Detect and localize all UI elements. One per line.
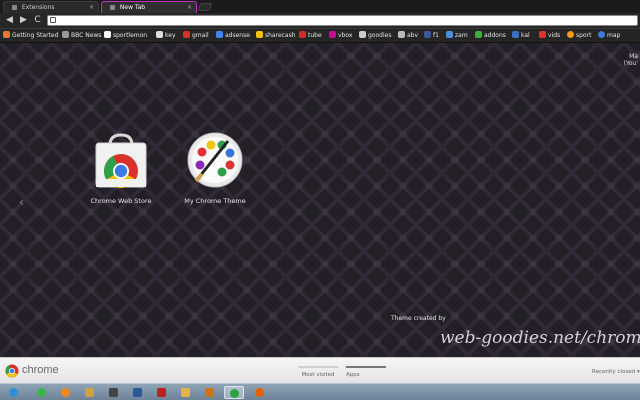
video-icon xyxy=(539,31,546,38)
theme-signature: web-goodies.net/chrom xyxy=(440,328,640,348)
folder-icon xyxy=(181,388,190,397)
bookmark-f1[interactable]: f1 xyxy=(424,31,439,41)
app-chrome-web-store[interactable]: Chrome Web Store xyxy=(84,131,158,205)
word-icon xyxy=(133,388,142,397)
bookmark-vids[interactable]: vids xyxy=(539,31,560,41)
filezilla-icon xyxy=(157,388,166,397)
tab-extensions[interactable]: Extensions × xyxy=(3,1,99,13)
windows-orb-icon xyxy=(9,388,18,397)
taskbar-app[interactable] xyxy=(32,386,52,399)
start-button[interactable] xyxy=(4,386,24,399)
new-tab-page: Ma (You' ‹ Chrome Web Store My Chrome Th… xyxy=(0,43,640,357)
page-icon xyxy=(110,5,115,10)
chrome-icon xyxy=(230,389,239,398)
paint-palette-icon xyxy=(187,132,243,188)
tab-label: Extensions xyxy=(21,4,55,11)
tab-label: Most visited xyxy=(301,372,335,378)
page-left-arrow[interactable]: ‹ xyxy=(19,195,24,209)
tab-indicator xyxy=(346,366,386,368)
tab-indicator xyxy=(298,366,338,368)
chrome-wordmark: chrome xyxy=(22,364,59,376)
app-icon xyxy=(109,388,118,397)
footer-tab-apps[interactable]: Apps xyxy=(346,366,386,378)
bookmark-tube[interactable]: tube xyxy=(299,31,322,41)
firefox-icon xyxy=(255,388,264,397)
tab-label: New Tab xyxy=(119,4,146,11)
back-button[interactable]: ◀ xyxy=(4,15,15,26)
close-tab-icon[interactable]: × xyxy=(187,2,192,13)
gmail-icon xyxy=(183,31,190,38)
bookmark-goodies[interactable]: goodies xyxy=(359,31,391,41)
web-store-icon xyxy=(95,133,147,188)
sportlemon-icon xyxy=(104,31,111,38)
bookmark-abv[interactable]: abv xyxy=(398,31,418,41)
chrome-logo-icon xyxy=(5,364,19,378)
taskbar-app[interactable] xyxy=(200,386,220,399)
bookmark-getting-started[interactable]: Getting Started xyxy=(3,31,58,41)
app-label: Chrome Web Store xyxy=(90,197,152,205)
bookmark-kal[interactable]: kal xyxy=(512,31,530,41)
footer-tab-most-visited[interactable]: Most visited xyxy=(298,366,338,378)
toolbar: ◀ ▶ C xyxy=(0,13,640,29)
bookmark-gmail[interactable]: gmail xyxy=(183,31,209,41)
youtube-icon xyxy=(299,31,306,38)
taskbar-app[interactable] xyxy=(104,386,124,399)
winamp-icon xyxy=(205,388,214,397)
whatsapp-icon xyxy=(37,388,46,397)
key-icon xyxy=(156,31,163,38)
taskbar-app[interactable] xyxy=(152,386,172,399)
bookmark-bbc-news[interactable]: BBC News xyxy=(62,31,101,41)
app-label: My Chrome Theme xyxy=(184,197,246,205)
forward-button[interactable]: ▶ xyxy=(18,15,29,26)
tab-label: Apps xyxy=(346,372,360,378)
document-icon xyxy=(398,31,405,38)
explorer-icon xyxy=(85,388,94,397)
firefox-icon xyxy=(3,31,10,38)
globe-icon xyxy=(424,31,431,38)
vbox-icon xyxy=(329,31,336,38)
media-player-icon xyxy=(61,388,70,397)
taskbar-app[interactable] xyxy=(128,386,148,399)
bookmark-sharecash[interactable]: sharecash xyxy=(256,31,296,41)
theme-credit: Theme created by xyxy=(391,315,446,322)
kal-icon xyxy=(512,31,519,38)
bookmark-sport[interactable]: sport xyxy=(567,31,591,41)
app-my-chrome-theme[interactable]: My Chrome Theme xyxy=(178,131,252,205)
tab-strip: Extensions × New Tab × xyxy=(0,0,640,13)
recently-closed-menu[interactable]: Recently closed ▾ xyxy=(592,369,640,375)
globe-icon xyxy=(446,31,453,38)
page-icon xyxy=(50,17,56,23)
reload-button[interactable]: C xyxy=(32,15,43,26)
taskbar xyxy=(0,383,640,400)
document-icon xyxy=(359,31,366,38)
bookmark-vbox[interactable]: vbox xyxy=(329,31,352,41)
bookmark-key[interactable]: key xyxy=(156,31,176,41)
dollar-icon xyxy=(256,31,263,38)
tab-new-tab[interactable]: New Tab × xyxy=(101,1,197,13)
puzzle-icon xyxy=(475,31,482,38)
bookmarks-bar: Getting Started BBC News sportlemon key … xyxy=(0,29,640,43)
bookmark-adsense[interactable]: adsense xyxy=(216,31,250,41)
bookmark-addons[interactable]: addons xyxy=(475,31,506,41)
ntp-footer: chrome Most visited Apps Recently closed… xyxy=(0,357,640,383)
bookmark-map[interactable]: map xyxy=(598,31,620,41)
taskbar-app[interactable] xyxy=(250,386,270,399)
ntp-right-text: Ma (You' xyxy=(623,53,638,67)
taskbar-app[interactable] xyxy=(80,386,100,399)
new-tab-button[interactable] xyxy=(197,3,213,11)
taskbar-app-chrome[interactable] xyxy=(224,386,244,399)
taskbar-app[interactable] xyxy=(56,386,76,399)
bookmark-zam[interactable]: zam xyxy=(446,31,468,41)
bbc-icon xyxy=(62,31,69,38)
bookmark-sportlemon[interactable]: sportlemon xyxy=(104,31,147,41)
taskbar-app[interactable] xyxy=(176,386,196,399)
address-bar[interactable] xyxy=(47,15,638,26)
adsense-icon xyxy=(216,31,223,38)
ball-icon xyxy=(567,31,574,38)
globe-icon xyxy=(598,31,605,38)
puzzle-icon xyxy=(12,5,17,10)
close-tab-icon[interactable]: × xyxy=(89,2,94,13)
